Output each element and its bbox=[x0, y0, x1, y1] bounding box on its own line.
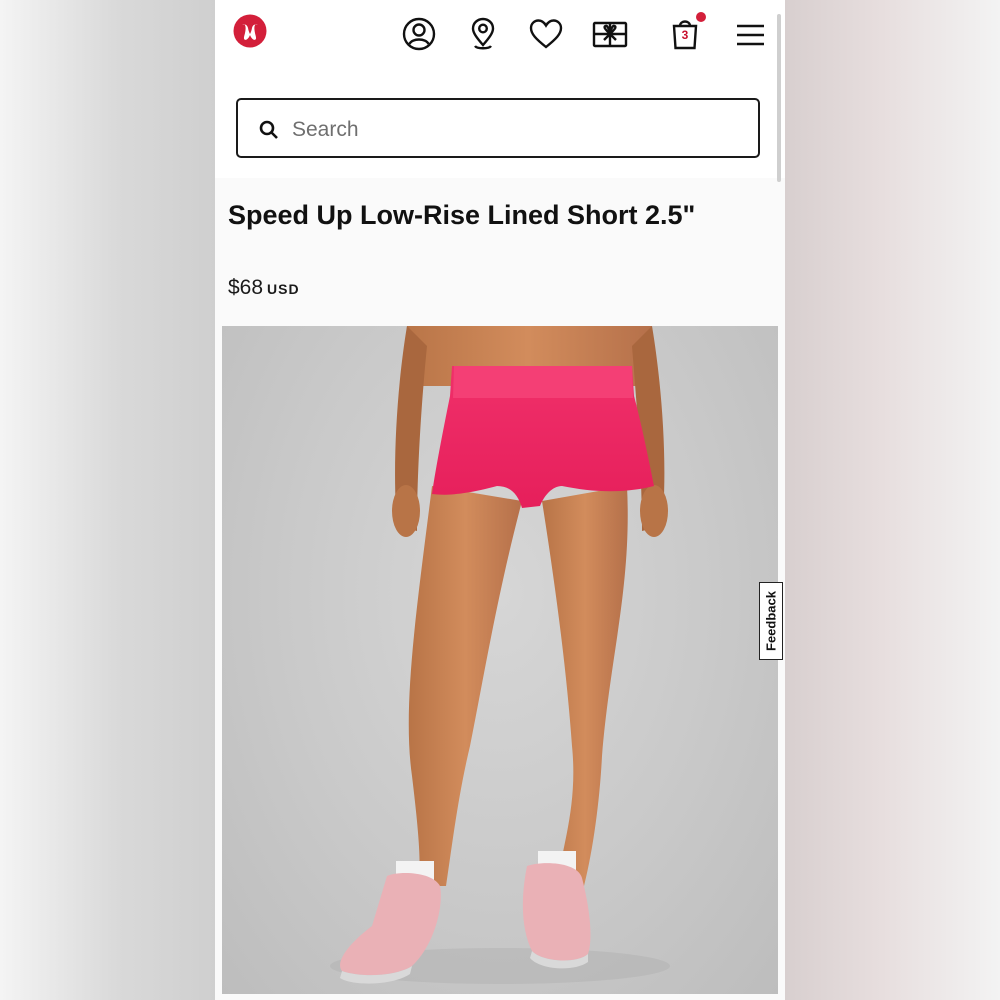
store-locator-icon[interactable] bbox=[463, 14, 503, 54]
lululemon-logo[interactable] bbox=[233, 14, 267, 48]
gift-card-icon[interactable] bbox=[590, 14, 630, 54]
feedback-tab[interactable]: Feedback bbox=[759, 582, 783, 660]
header: 3 bbox=[215, 0, 785, 178]
product-photo-illustration bbox=[330, 326, 670, 984]
background-right bbox=[785, 0, 1000, 1000]
product-photo[interactable] bbox=[222, 326, 778, 994]
price-value: $68 bbox=[228, 276, 264, 299]
search-icon bbox=[258, 119, 280, 141]
account-icon[interactable] bbox=[399, 14, 439, 54]
search-input[interactable] bbox=[290, 112, 734, 148]
price-currency: USD bbox=[267, 281, 300, 297]
background-left bbox=[0, 0, 215, 1000]
product-title: Speed Up Low-Rise Lined Short 2.5" bbox=[228, 200, 696, 230]
feedback-label: Feedback bbox=[763, 591, 779, 651]
wishlist-heart-icon[interactable] bbox=[526, 14, 566, 54]
cart-count: 3 bbox=[681, 28, 689, 42]
search-box[interactable] bbox=[236, 98, 760, 158]
product-price: $68 USD bbox=[228, 276, 300, 300]
mobile-page: 3 Speed Up Low-Rise Lined Short 2.5" $68… bbox=[215, 0, 785, 1000]
cart-notification-dot bbox=[696, 12, 706, 22]
menu-icon[interactable] bbox=[730, 14, 770, 54]
scrollbar[interactable] bbox=[777, 14, 781, 182]
